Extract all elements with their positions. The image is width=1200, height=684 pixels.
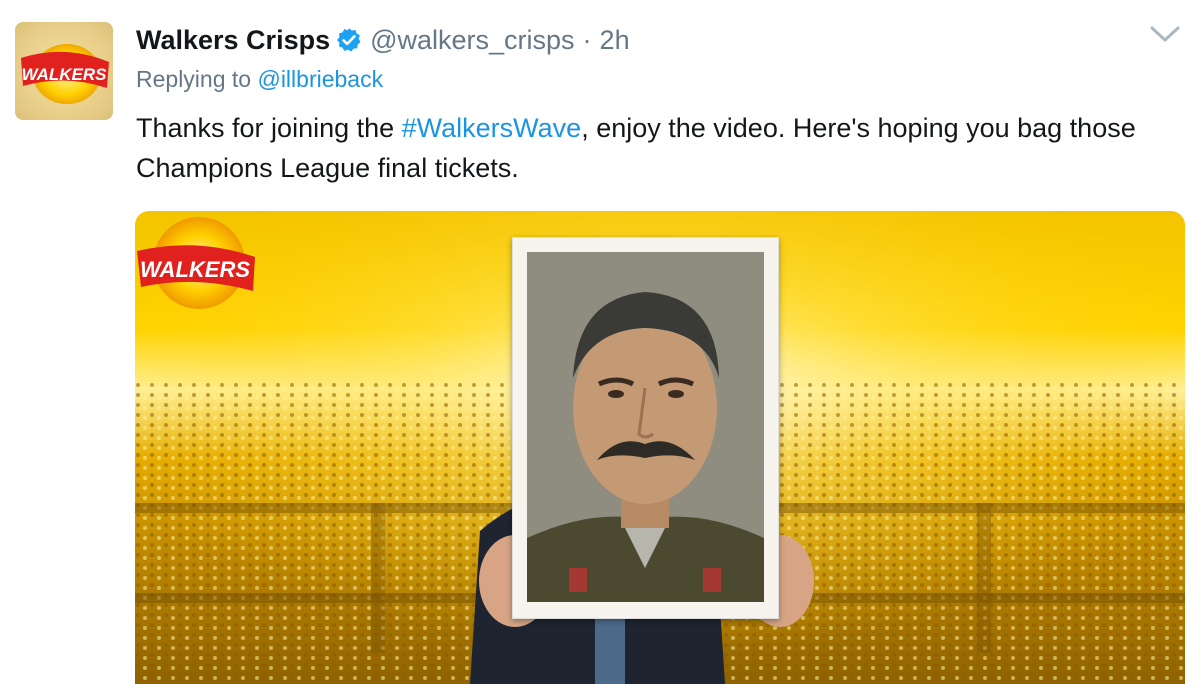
portrait-image — [527, 252, 764, 602]
reply-prefix: Replying to — [136, 66, 252, 92]
tweet-media[interactable]: WALKERS — [135, 211, 1185, 684]
media-logo-text: WALKERS — [140, 257, 250, 282]
tweet-text-start: Thanks for joining the — [136, 113, 402, 143]
timestamp[interactable]: 2h — [600, 25, 630, 56]
walkers-logo-icon: WALKERS — [137, 217, 255, 309]
reply-context: Replying to @illbrieback — [136, 66, 383, 93]
tweet-text: Thanks for joining the #WalkersWave, enj… — [136, 108, 1176, 188]
walkers-logo-icon: WALKERS — [21, 44, 109, 104]
user-handle[interactable]: @walkers_crisps — [370, 25, 574, 56]
display-name[interactable]: Walkers Crisps — [136, 25, 330, 56]
avatar[interactable]: WALKERS — [15, 22, 113, 120]
hashtag-link[interactable]: #WalkersWave — [402, 113, 582, 143]
chevron-down-icon[interactable] — [1148, 22, 1182, 46]
reply-to-link[interactable]: @illbrieback — [257, 66, 383, 92]
tweet-header: Walkers Crisps @walkers_crisps · 2h — [136, 20, 630, 60]
avatar-logo-text: WALKERS — [22, 65, 108, 84]
held-portrait — [512, 237, 779, 619]
separator-dot: · — [582, 24, 592, 55]
verified-badge-icon — [337, 28, 361, 52]
